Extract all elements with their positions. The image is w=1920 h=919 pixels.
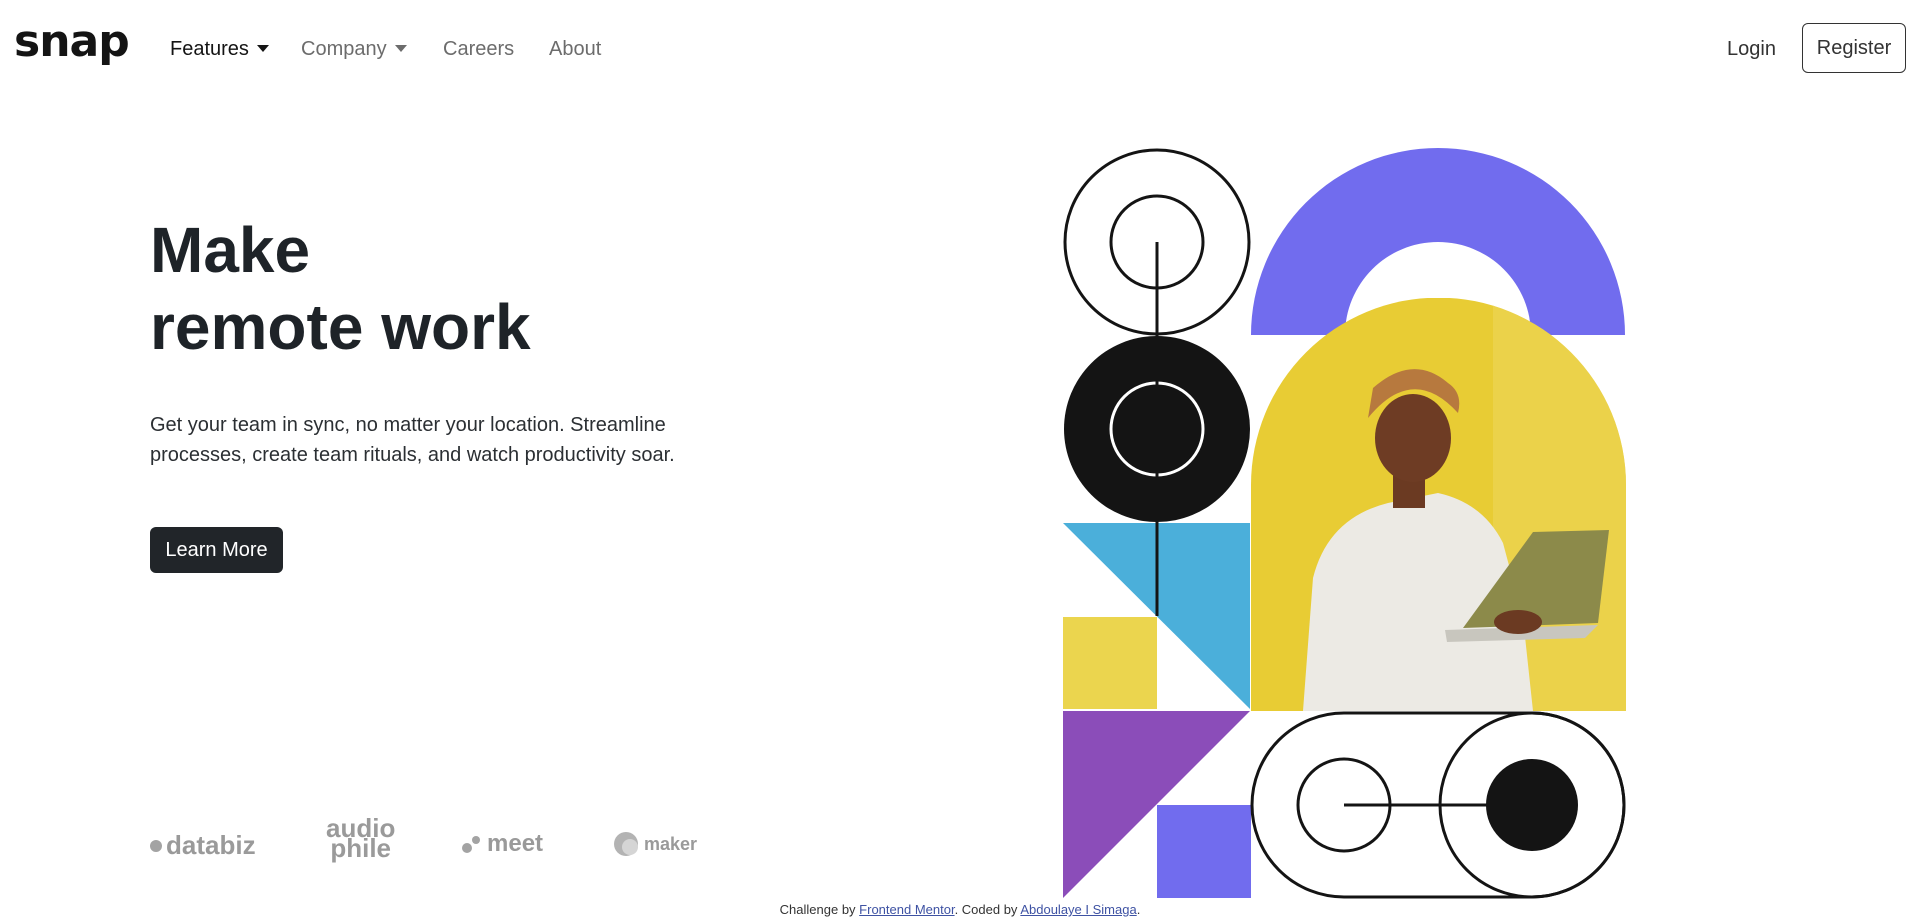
brand-logo[interactable]: snap: [14, 20, 130, 64]
nav-features-dropdown[interactable]: Features: [170, 36, 269, 62]
nav-about-link[interactable]: About: [549, 36, 601, 62]
maker-circle-icon: [614, 832, 638, 856]
meet-dots-icon: [462, 836, 480, 853]
yellow-square-shape: [1063, 617, 1157, 709]
hero-description: Get your team in sync, no matter your lo…: [150, 414, 675, 466]
attribution-challenge-prefix: Challenge by: [779, 902, 860, 917]
databiz-dot-icon: [150, 839, 162, 852]
attribution-coded-prefix: . Coded by: [954, 902, 1021, 917]
frontend-mentor-link[interactable]: Frontend Mentor: [859, 902, 954, 917]
meet-logo-text: meet: [487, 830, 544, 857]
chevron-down-icon: [394, 44, 407, 52]
attribution: Challenge by Frontend Mentor. Coded by A…: [0, 902, 1920, 917]
maker-logo: maker: [612, 830, 697, 858]
maker-logo-text: maker: [644, 833, 698, 854]
pill-connector-shape: [1250, 711, 1626, 899]
navbar: snap Features Company Careers About Logi…: [0, 0, 1920, 98]
hero-title: Make remote work: [150, 212, 531, 366]
attribution-suffix: .: [1136, 902, 1141, 917]
login-link[interactable]: Login: [1727, 36, 1776, 62]
chevron-down-icon: [256, 44, 269, 52]
hero-title-line-1: Make: [150, 214, 311, 286]
learn-more-button[interactable]: Learn More: [150, 527, 283, 573]
audiophile-logo-bottom: phile: [330, 833, 391, 863]
databiz-logo-text: databiz: [166, 830, 256, 860]
author-link[interactable]: Abdoulaye I Simaga: [1020, 902, 1136, 917]
hero-illustration: [1063, 148, 1626, 899]
nav-features-label: Features: [170, 38, 249, 60]
register-button[interactable]: Register: [1802, 23, 1906, 73]
purple-square-shape: [1157, 805, 1251, 898]
audiophile-logo: audio phile: [326, 815, 395, 863]
meet-logo: meet: [461, 830, 543, 858]
nav-company-dropdown[interactable]: Company: [301, 36, 407, 62]
hero-title-line-2: remote work: [150, 291, 531, 363]
databiz-logo: databiz: [150, 830, 256, 861]
hero-photo: [1251, 298, 1626, 711]
nav-careers-link[interactable]: Careers: [443, 36, 514, 62]
nav-company-label: Company: [301, 38, 387, 60]
